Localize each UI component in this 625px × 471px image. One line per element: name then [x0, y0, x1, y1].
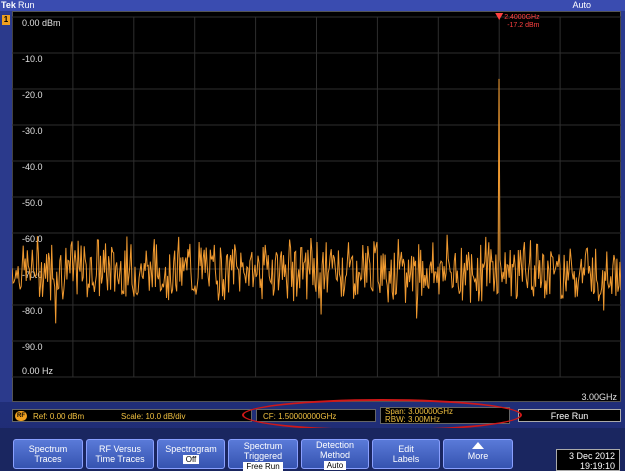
graticule — [12, 16, 621, 378]
date-time-display: 3 Dec 2012 19:19:10 — [556, 449, 620, 471]
y-tick-label: -90.0 — [22, 342, 43, 352]
time-label: 19:19:10 — [579, 461, 615, 471]
y-tick-label: 0.00 dBm — [22, 18, 61, 28]
marker-level: -17.2 dBm — [507, 22, 539, 29]
highlight-oval — [242, 399, 522, 431]
button-label: Traces — [34, 454, 62, 464]
spectrum-traces-button[interactable]: Spectrum Traces — [13, 439, 83, 469]
arrow-up-icon — [472, 442, 484, 449]
x-axis-start-label: 0.00 Hz — [22, 366, 54, 376]
y-tick-label: -20.0 — [22, 90, 43, 100]
button-label: RF Versus — [98, 444, 141, 454]
spectrum-triggered-button[interactable]: Spectrum Triggered Free Run — [228, 439, 298, 471]
left-rail — [0, 11, 12, 402]
button-label: Spectrogram — [165, 444, 217, 454]
button-label: Labels — [392, 454, 420, 464]
detection-method-button[interactable]: Detection Method Auto — [301, 439, 369, 470]
spectrogram-button[interactable]: Spectrogram Off — [157, 439, 225, 469]
acquisition-mode[interactable]: Free Run — [518, 409, 621, 422]
button-label: Edit — [398, 444, 414, 454]
button-value: Off — [182, 455, 200, 464]
rf-badge: RF — [15, 411, 27, 421]
button-value: Free Run — [243, 462, 283, 471]
brand-label: Tek — [1, 0, 16, 10]
date-label: 3 Dec 2012 — [568, 451, 615, 461]
channel-ref-marker[interactable]: 1 — [2, 15, 10, 25]
button-label: Method — [319, 450, 351, 460]
button-label: Spectrum — [243, 441, 283, 451]
y-tick-label: -80.0 — [22, 306, 43, 316]
edit-labels-button[interactable]: Edit Labels — [372, 439, 440, 469]
rf-versus-time-traces-button[interactable]: RF Versus Time Traces — [86, 439, 154, 469]
y-tick-label: -60.0 — [22, 234, 43, 244]
spectrum-plot: 0.00 dBm-10.0-20.0-30.0-40.0-50.0-60.0-7… — [12, 13, 621, 402]
x-axis-end-label: 3.00GHz — [581, 392, 617, 402]
button-label: More — [467, 451, 489, 461]
button-label: Triggered — [243, 451, 283, 461]
button-label: Detection — [315, 440, 355, 450]
y-tick-label: -40.0 — [22, 162, 43, 172]
run-state[interactable]: Run — [18, 0, 35, 11]
top-status-bar: Tek Run Auto — [0, 0, 625, 11]
scale-readout: Scale: 10.0 dB/div — [121, 412, 186, 421]
ref-scale-readout[interactable]: RF Ref: 0.00 dBm Scale: 10.0 dB/div — [12, 409, 252, 422]
trigger-mode[interactable]: Auto — [572, 0, 591, 11]
y-tick-label: -10.0 — [22, 54, 43, 64]
button-label: Time Traces — [95, 454, 145, 464]
more-button[interactable]: More — [443, 439, 513, 469]
button-value: Auto — [323, 461, 347, 470]
button-label: Spectrum — [28, 444, 68, 454]
y-tick-label: -50.0 — [22, 198, 43, 208]
marker-frequency: 2.4000GHz — [504, 14, 540, 21]
y-tick-label: -30.0 — [22, 126, 43, 136]
ref-level: Ref: 0.00 dBm — [33, 412, 85, 421]
peak-marker[interactable]: 2.4000GHz -17.2 dBm — [495, 13, 540, 29]
